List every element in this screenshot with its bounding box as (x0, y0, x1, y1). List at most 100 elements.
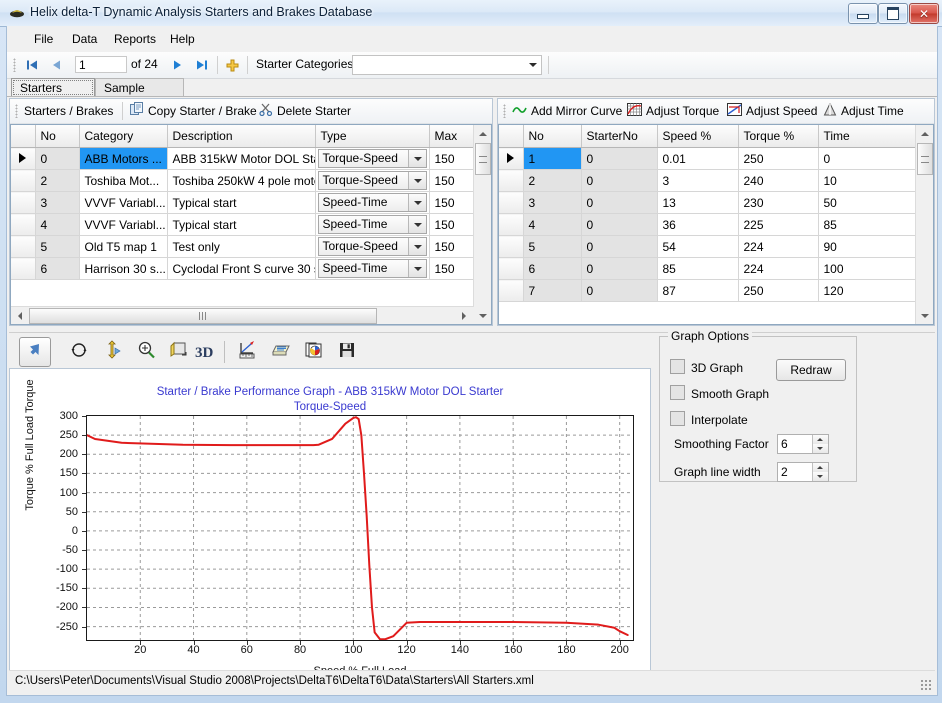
col-header-description[interactable]: Description (167, 125, 316, 148)
type-combo[interactable]: Speed-Time (317, 259, 427, 278)
chart-palette-button[interactable] (299, 337, 329, 365)
cell-no[interactable]: 2 (35, 169, 80, 192)
row-selector-cell[interactable] (499, 257, 524, 280)
col-header-starterno[interactable]: StarterNo (581, 125, 658, 148)
scroll-down-icon[interactable] (916, 307, 933, 324)
table-row[interactable]: 6 0 85 224 100 (499, 257, 919, 280)
cell-time[interactable]: 85 (818, 213, 919, 236)
cell-torque[interactable]: 230 (738, 191, 819, 214)
stepper-buttons[interactable] (812, 463, 828, 481)
starters-toolbar-grip[interactable] (15, 104, 18, 118)
starters-vertical-scrollbar[interactable] (473, 125, 491, 324)
cell-max[interactable]: 150 (429, 169, 478, 192)
starter-categories-combo[interactable] (352, 55, 542, 75)
print-button[interactable] (266, 337, 296, 365)
scroll-left-icon[interactable] (11, 307, 28, 324)
cell-category[interactable]: VVVF Variabl... (79, 191, 168, 214)
cell-speed[interactable]: 3 (657, 169, 739, 192)
type-combo[interactable]: Torque-Speed (317, 171, 427, 190)
smoothing-factor-stepper[interactable]: 6 (777, 434, 829, 454)
adjust-time-button[interactable]: Adjust Time (823, 101, 904, 121)
table-row[interactable]: 5 Old T5 map 1 Test only Torque-Speed 150 (11, 235, 478, 258)
cell-no[interactable]: 5 (523, 235, 582, 258)
col-header-no[interactable]: No (35, 125, 80, 148)
col-header-type[interactable]: Type (315, 125, 430, 148)
cell-time[interactable]: 90 (818, 235, 919, 258)
cell-speed[interactable]: 87 (657, 279, 739, 302)
type-combo[interactable]: Torque-Speed (317, 149, 427, 168)
tab-starters-table[interactable]: Starters Table (11, 78, 95, 113)
maximize-button[interactable] (878, 3, 908, 24)
starters-grid[interactable]: No Category Description Type Max 0 ABB Mo… (10, 124, 492, 325)
curve-points-grid[interactable]: No StarterNo Speed % Torque % Time 1 0 0.0… (498, 124, 934, 325)
tab-sample-curves[interactable]: Sample Curves (95, 78, 184, 113)
cell-no[interactable]: 4 (35, 213, 80, 236)
menu-file[interactable]: File (25, 31, 62, 48)
cell-torque[interactable]: 250 (738, 279, 819, 302)
previous-record-button[interactable] (45, 55, 67, 75)
scroll-thumb[interactable] (917, 143, 933, 175)
table-row[interactable]: 2 0 3 240 10 (499, 169, 919, 192)
hscroll-thumb[interactable] (29, 308, 377, 324)
delete-starter-button[interactable]: Delete Starter (259, 101, 351, 121)
row-selector-cell[interactable] (11, 169, 36, 192)
move-tool-button[interactable] (97, 337, 127, 365)
col-header-no[interactable]: No (523, 125, 582, 148)
cell-type[interactable]: Torque-Speed (315, 147, 430, 170)
checkbox-icon[interactable] (670, 385, 685, 400)
type-combo[interactable]: Torque-Speed (317, 237, 427, 256)
cell-torque[interactable]: 250 (738, 147, 819, 170)
type-combo-button[interactable] (407, 260, 426, 277)
table-row[interactable]: 7 0 87 250 120 (499, 279, 919, 302)
type-combo[interactable]: Speed-Time (317, 193, 427, 212)
cell-type[interactable]: Torque-Speed (315, 169, 430, 192)
checkbox-3d-graph[interactable]: 3D Graph (670, 359, 743, 375)
table-row[interactable]: 1 0 0.01 250 0 (499, 147, 919, 170)
cell-starterno[interactable]: 0 (581, 279, 658, 302)
cell-torque[interactable]: 224 (738, 235, 819, 258)
col-header-category[interactable]: Category (79, 125, 168, 148)
cell-type[interactable]: Speed-Time (315, 191, 430, 214)
graph-line-width-stepper[interactable]: 2 (777, 462, 829, 482)
starters-horizontal-scrollbar[interactable] (11, 306, 474, 324)
table-row[interactable]: 0ABB Motors ...ABB 315kW Motor DOL Star.… (11, 147, 478, 170)
cell-starterno[interactable]: 0 (581, 191, 658, 214)
col-header-torque[interactable]: Torque % (738, 125, 819, 148)
type-combo-button[interactable] (407, 150, 426, 167)
table-row[interactable]: 2 Toshiba Mot... Toshiba 250kW 4 pole moto… (11, 169, 478, 192)
row-selector-cell[interactable] (11, 235, 36, 258)
cell-starterno[interactable]: 0 (581, 169, 658, 192)
cell-description[interactable]: ABB 315kW Motor DOL Star... (167, 147, 316, 170)
zoom-tool-button[interactable] (131, 337, 161, 365)
cell-torque[interactable]: 224 (738, 257, 819, 280)
stepper-down-icon[interactable] (812, 472, 828, 481)
scroll-up-icon[interactable] (916, 125, 933, 142)
adjust-speed-button[interactable]: Adjust Speed (727, 101, 817, 121)
curve-toolbar-grip[interactable] (503, 104, 506, 118)
scroll-down-icon[interactable] (474, 307, 491, 324)
scroll-thumb[interactable] (475, 143, 491, 175)
minimize-button[interactable] (848, 3, 878, 24)
cell-torque[interactable]: 240 (738, 169, 819, 192)
add-mirror-curve-button[interactable]: Add Mirror Curve (512, 101, 622, 121)
table-row[interactable]: 5 0 54 224 90 (499, 235, 919, 258)
cell-category[interactable]: ABB Motors ... (79, 147, 168, 170)
cell-max[interactable]: 150 (429, 213, 478, 236)
cell-no[interactable]: 3 (35, 191, 80, 214)
cell-time[interactable]: 50 (818, 191, 919, 214)
first-record-button[interactable] (21, 55, 43, 75)
starters-table[interactable]: No Category Description Type Max 0 ABB Mo… (11, 125, 478, 280)
cell-starterno[interactable]: 0 (581, 235, 658, 258)
cell-no[interactable]: 7 (523, 279, 582, 302)
checkbox-icon[interactable] (670, 411, 685, 426)
type-combo-button[interactable] (407, 172, 426, 189)
cell-type[interactable]: Torque-Speed (315, 235, 430, 258)
row-selector-cell[interactable] (499, 235, 524, 258)
checkbox-interpolate[interactable]: Interpolate (670, 411, 748, 427)
cell-torque[interactable]: 225 (738, 213, 819, 236)
table-row[interactable]: 3 0 13 230 50 (499, 191, 919, 214)
type-combo-button[interactable] (407, 238, 426, 255)
close-button[interactable]: ✕ (909, 3, 939, 24)
cell-category[interactable]: Harrison 30 s... (79, 257, 168, 280)
cell-description[interactable]: Typical start (167, 191, 316, 214)
